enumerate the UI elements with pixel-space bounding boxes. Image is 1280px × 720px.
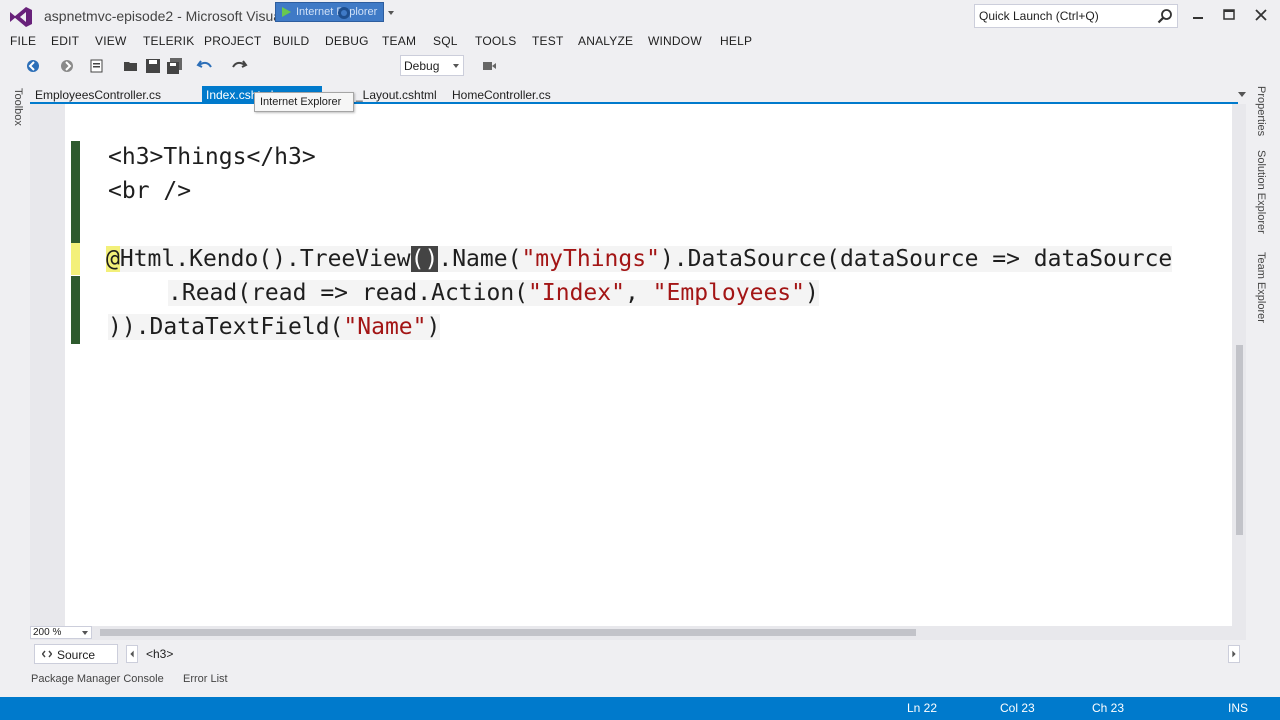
breadcrumb-tag[interactable]: <h3>	[146, 647, 173, 661]
tab-layout-cshtml[interactable]: _Layout.cshtml	[356, 88, 437, 102]
breadcrumb-forward-icon[interactable]	[1228, 645, 1240, 663]
code-text: <br />	[108, 178, 192, 204]
tooltip-text: Internet Explorer	[260, 96, 342, 108]
code-text: .Read(read => read.Action(	[168, 280, 529, 306]
code-line-datatextfield: )).DataTextField("Name")	[108, 311, 441, 345]
code-text: )	[805, 280, 819, 306]
menu-team[interactable]: TEAM	[382, 34, 416, 48]
source-view-icon	[42, 650, 52, 658]
code-text: )).DataTextField(	[108, 314, 344, 340]
navigate-back-icon[interactable]	[24, 57, 42, 75]
start-debugging-button[interactable]: Internet Explorer	[275, 2, 384, 22]
new-project-icon[interactable]	[88, 57, 106, 75]
status-bar	[0, 697, 1280, 720]
open-file-icon[interactable]	[122, 57, 140, 75]
code-text: ,	[624, 280, 653, 306]
status-column: Col 23	[1000, 701, 1035, 715]
menu-telerik[interactable]: TELERIK	[143, 34, 194, 48]
code-line-br: <br />	[108, 175, 191, 209]
standard-toolbar	[0, 54, 1280, 80]
menu-test[interactable]: TEST	[532, 34, 563, 48]
tab-error-list[interactable]: Error List	[183, 673, 228, 685]
chevron-down-icon[interactable]	[386, 4, 396, 20]
code-text: ).DataSource(dataSource => dataSource	[659, 246, 1173, 272]
menu-sql[interactable]: SQL	[433, 34, 458, 48]
solution-configuration-select[interactable]: Debug	[400, 55, 464, 76]
unsaved-change-bar	[71, 243, 80, 275]
razor-at-sign: @	[106, 246, 120, 272]
menu-build[interactable]: BUILD	[273, 34, 309, 48]
menu-file[interactable]: FILE	[10, 34, 36, 48]
menu-bar: FILE EDIT VIEW TELERIK PROJECT BUILD DEB…	[0, 32, 1280, 52]
minimize-icon[interactable]	[1183, 4, 1213, 26]
dropdown-arrow-icon	[453, 64, 459, 68]
maximize-icon[interactable]	[1214, 4, 1244, 26]
zoom-level-value: 200 %	[33, 627, 62, 638]
source-label: Source	[57, 648, 96, 662]
saved-change-bar	[71, 276, 80, 344]
tab-overflow-icon[interactable]	[1236, 88, 1248, 100]
code-line-read: .Read(read => read.Action("Index", "Empl…	[168, 277, 819, 311]
dropdown-arrow-icon	[82, 631, 88, 635]
redo-icon[interactable]	[230, 57, 248, 75]
search-icon	[1157, 9, 1172, 24]
team-explorer-tab[interactable]: Team Explorer	[1255, 252, 1267, 323]
undo-icon[interactable]	[196, 57, 214, 75]
vertical-scroll-thumb[interactable]	[1236, 345, 1243, 535]
play-icon	[282, 7, 291, 17]
horizontal-scroll-thumb[interactable]	[100, 629, 916, 636]
string-literal: "myThings"	[521, 246, 660, 272]
menu-debug[interactable]: DEBUG	[325, 34, 369, 48]
quick-launch-placeholder: Quick Launch (Ctrl+Q)	[979, 9, 1099, 23]
code-text: .Name(	[438, 246, 522, 272]
tooltip: Internet Explorer	[254, 92, 354, 112]
string-literal: "Employees"	[652, 280, 805, 306]
menu-help[interactable]: HELP	[720, 34, 752, 48]
navigate-forward-icon[interactable]	[58, 57, 76, 75]
menu-window[interactable]: WINDOW	[648, 34, 702, 48]
source-view-button[interactable]: Source	[34, 644, 118, 664]
save-icon[interactable]	[144, 57, 162, 75]
close-icon[interactable]	[1246, 4, 1276, 26]
menu-project[interactable]: PROJECT	[204, 34, 261, 48]
code-line-treeview: @Html.Kendo().TreeView().Name("myThings"…	[106, 243, 1173, 277]
loading-spinner-icon	[338, 7, 350, 19]
tab-home-controller[interactable]: HomeController.cs	[452, 88, 551, 102]
code-editor[interactable]	[30, 104, 1246, 626]
tab-package-manager-console[interactable]: Package Manager Console	[31, 673, 164, 685]
tab-employees-controller[interactable]: EmployeesController.cs	[35, 88, 161, 102]
quick-launch-input[interactable]: Quick Launch (Ctrl+Q)	[974, 4, 1178, 28]
solution-explorer-tab[interactable]: Solution Explorer	[1255, 150, 1267, 234]
string-literal: "Name"	[343, 314, 427, 340]
properties-tab[interactable]: Properties	[1255, 86, 1267, 136]
brace-match-highlight: ()	[410, 246, 439, 272]
saved-change-bar	[71, 141, 80, 243]
attach-debugger-icon[interactable]	[480, 57, 498, 75]
editor-margin	[30, 104, 65, 626]
toolbox-tab[interactable]: Toolbox	[8, 88, 24, 128]
code-text: )	[426, 314, 441, 340]
configuration-value: Debug	[404, 59, 440, 73]
menu-edit[interactable]: EDIT	[51, 34, 79, 48]
view-switcher-bar	[30, 642, 1246, 666]
code-line-h3: <h3>Things</h3>	[108, 141, 316, 175]
save-all-icon[interactable]	[166, 57, 184, 75]
status-insert-mode: INS	[1228, 701, 1249, 715]
status-char: Ch 23	[1092, 701, 1125, 715]
left-dock-strip	[0, 84, 30, 644]
code-text: Html.Kendo().TreeView	[119, 246, 411, 272]
visual-studio-logo-icon	[10, 7, 32, 27]
string-literal: "Index"	[528, 280, 625, 306]
menu-tools[interactable]: TOOLS	[475, 34, 516, 48]
status-line: Ln 22	[907, 701, 938, 715]
menu-view[interactable]: VIEW	[95, 34, 126, 48]
menu-analyze[interactable]: ANALYZE	[578, 34, 633, 48]
zoom-level-select[interactable]: 200 %	[30, 626, 92, 639]
code-text: <h3>Things</h3>	[108, 144, 316, 170]
breadcrumb-back-icon[interactable]	[126, 645, 138, 663]
